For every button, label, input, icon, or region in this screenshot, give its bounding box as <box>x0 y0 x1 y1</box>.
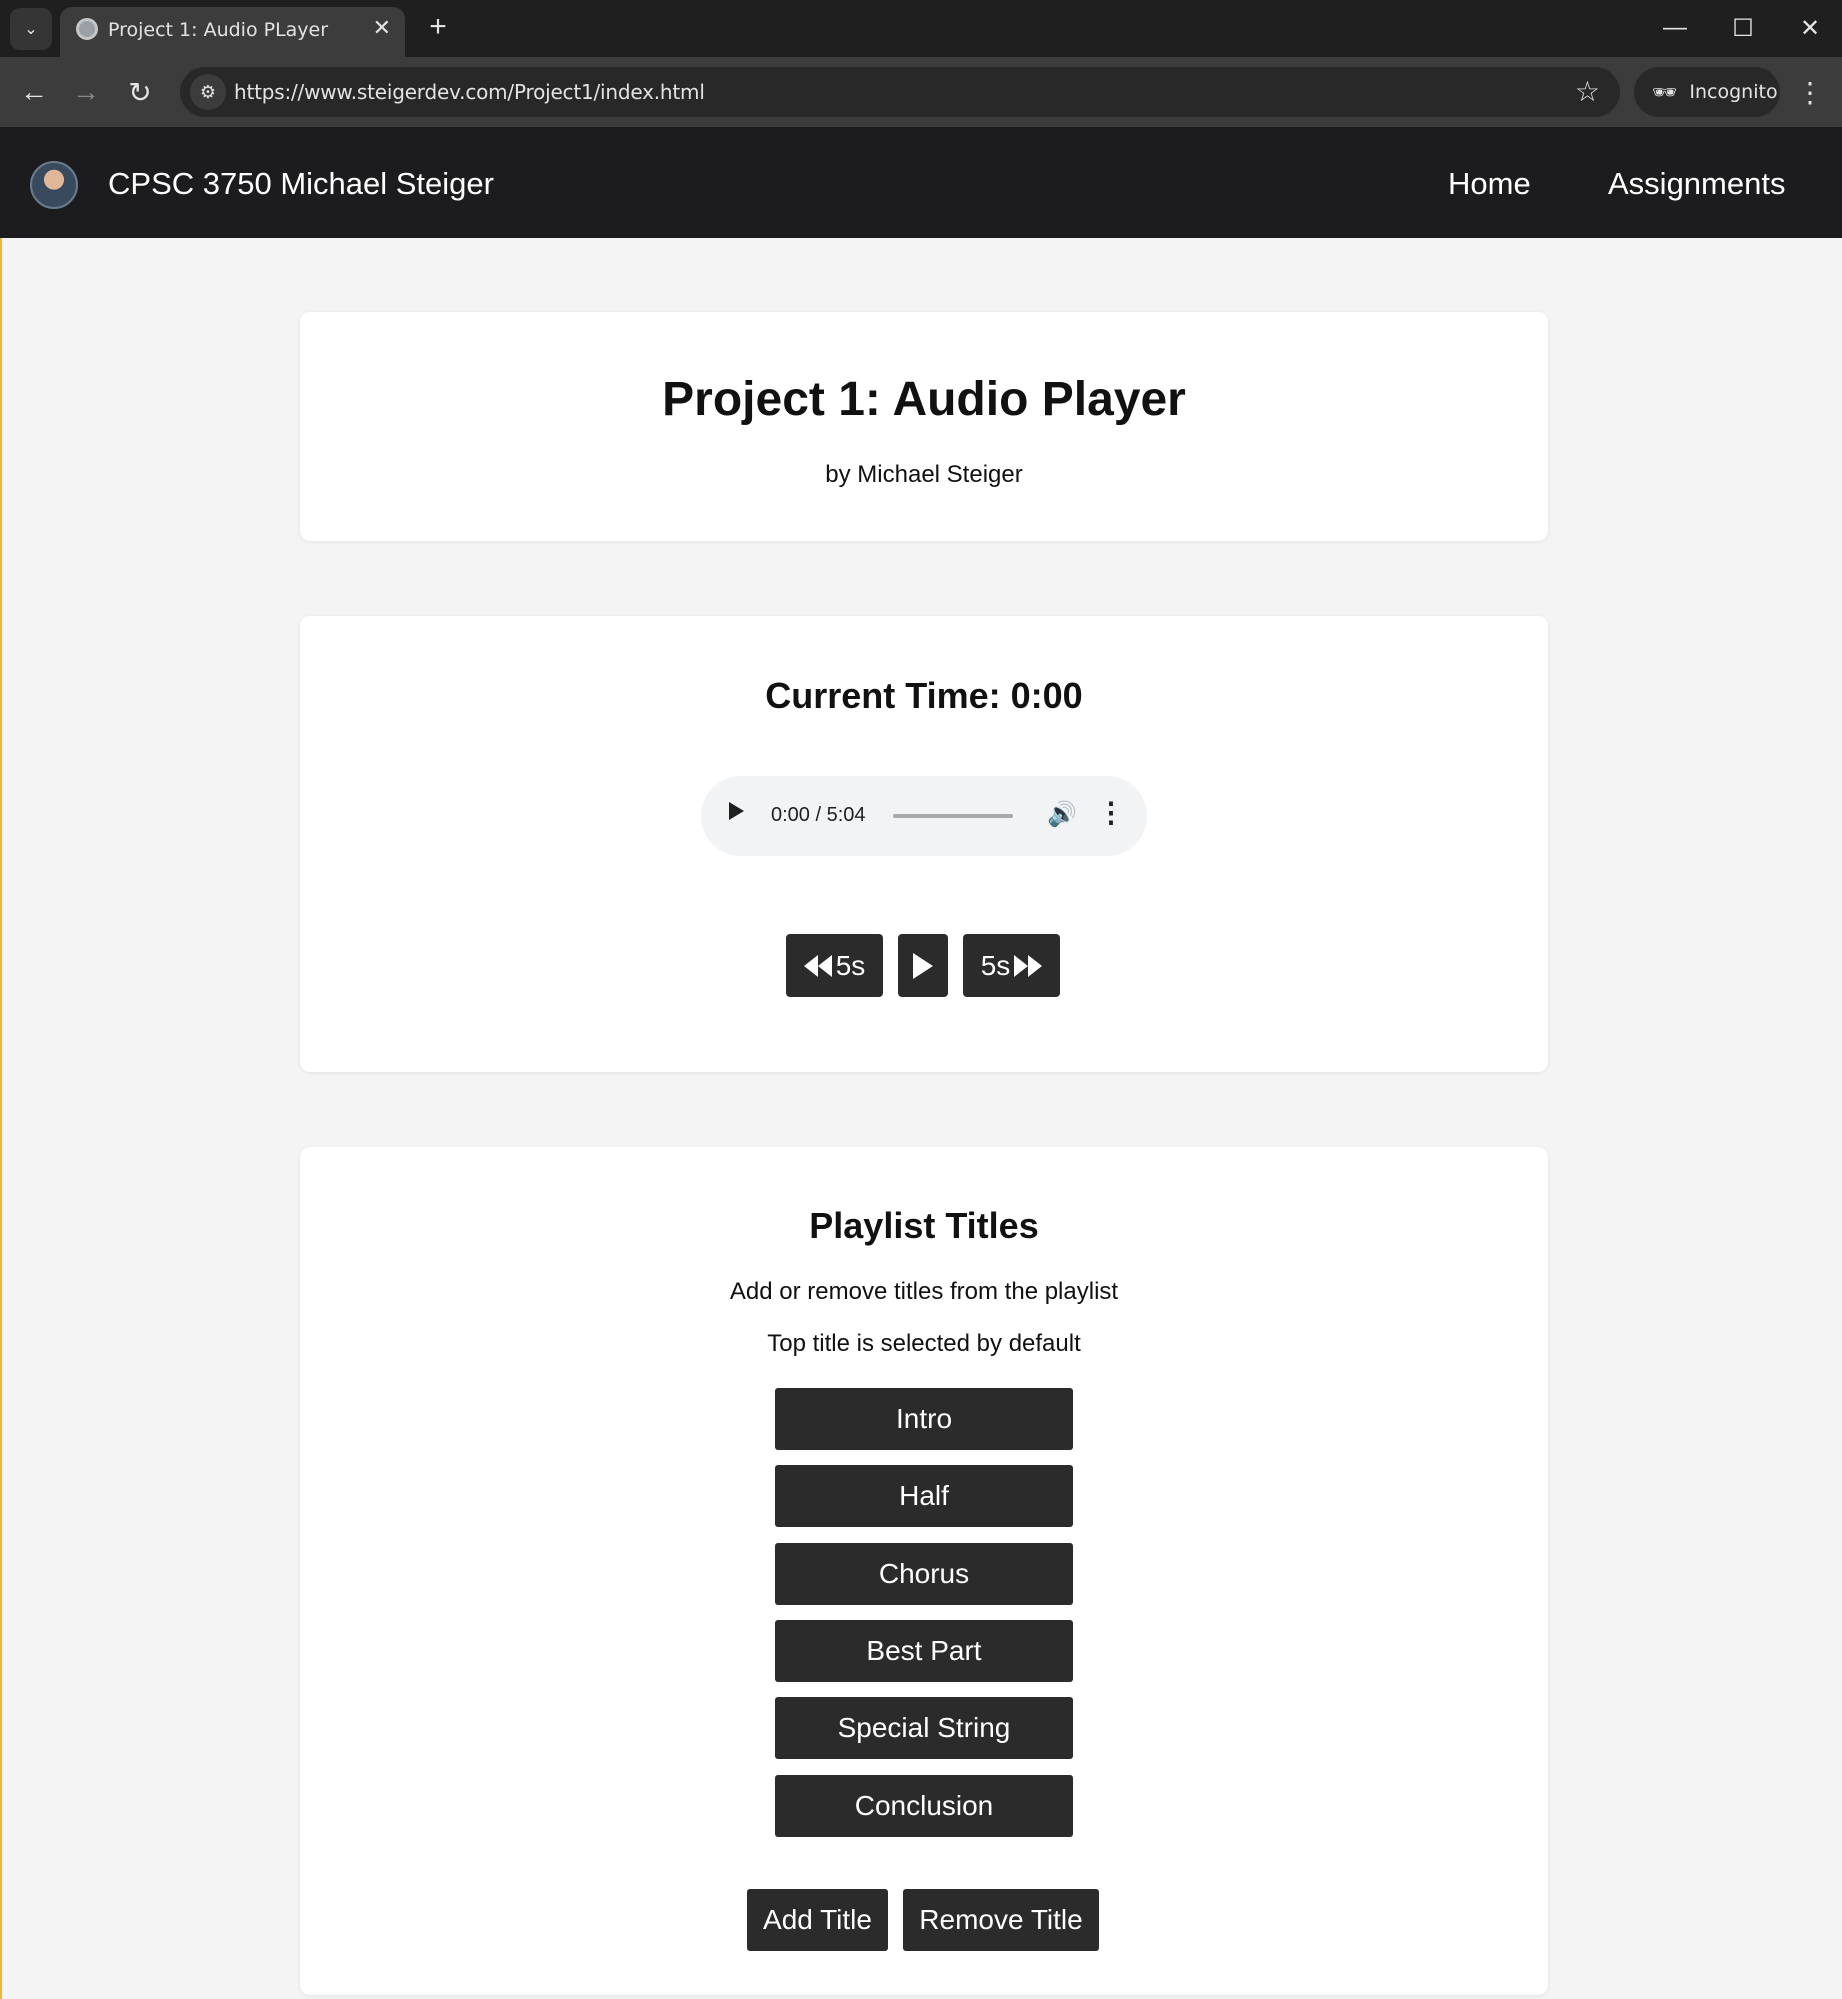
audio-element[interactable]: 0:00 / 5:04 🔊 ⋮ <box>701 776 1147 856</box>
close-window-button[interactable]: ✕ <box>1790 10 1830 46</box>
rewind-label: 5s <box>835 949 866 981</box>
site-info-icon[interactable]: ⚙ <box>190 74 226 110</box>
address-bar[interactable]: ⚙ https://www.steigerdev.com/Project1/in… <box>180 67 1620 117</box>
playlist-item[interactable]: Half <box>775 1465 1073 1527</box>
maximize-icon: ☐ <box>1732 14 1754 42</box>
forward-5s-button[interactable]: 5s <box>963 934 1060 997</box>
more-options-icon[interactable]: ⋮ <box>1097 796 1125 829</box>
current-time-display: Current Time: 0:00 <box>765 675 1083 716</box>
header-card: Project 1: Audio Player by Michael Steig… <box>300 312 1548 541</box>
playlist-card: Playlist Titles Add or remove titles fro… <box>300 1147 1548 1995</box>
nav-link-home[interactable]: Home <box>1448 166 1531 202</box>
plus-icon: + <box>429 10 447 43</box>
incognito-indicator[interactable]: 🕶 Incognito <box>1634 67 1780 117</box>
avatar <box>30 161 78 209</box>
tab-search-button[interactable]: ⌄ <box>10 8 52 50</box>
url-text[interactable]: https://www.steigerdev.com/Project1/inde… <box>234 80 705 104</box>
playlist-item[interactable]: Special String <box>775 1697 1073 1759</box>
close-tab-icon[interactable]: ✕ <box>373 15 391 41</box>
globe-icon <box>76 18 98 40</box>
playlist-item[interactable]: Conclusion <box>775 1775 1073 1837</box>
arrow-left-icon: ← <box>20 76 48 107</box>
site-navbar: CPSC 3750 Michael Steiger Home Assignmen… <box>0 127 1842 238</box>
back-button[interactable]: ← <box>14 72 54 112</box>
playlist-item[interactable]: Best Part <box>775 1620 1073 1682</box>
play-icon <box>913 952 933 979</box>
new-tab-button[interactable]: + <box>420 9 456 45</box>
page-byline: by Michael Steiger <box>825 461 1023 488</box>
playlist-instruction-1: Add or remove titles from the playlist <box>729 1278 1119 1305</box>
minimize-icon: — <box>1663 14 1687 41</box>
incognito-icon: 🕶 <box>1652 80 1678 104</box>
add-title-button[interactable]: Add Title <box>747 1889 888 1951</box>
audio-progress-slider[interactable] <box>893 814 1013 818</box>
browser-menu-button[interactable]: ⋮ <box>1795 72 1825 112</box>
audio-play-icon[interactable] <box>729 802 744 820</box>
page-edge-accent <box>0 238 2 1999</box>
playlist-instruction-2: Top title is selected by default <box>767 1330 1081 1357</box>
fast-forward-icon <box>1014 954 1043 977</box>
arrow-right-icon: → <box>72 76 100 107</box>
reload-icon: ↻ <box>128 76 152 108</box>
volume-icon[interactable]: 🔊 <box>1047 800 1077 829</box>
playlist-item[interactable]: Chorus <box>775 1543 1073 1605</box>
site-title[interactable]: CPSC 3750 Michael Steiger <box>108 166 494 202</box>
browser-tabstrip: ⌄ Project 1: Audio PLayer ✕ + — ☐ ✕ <box>0 0 1842 57</box>
audio-time-readout: 0:00 / 5:04 <box>771 804 866 826</box>
page-title: Project 1: Audio Player <box>662 373 1186 426</box>
rewind-icon <box>803 954 832 977</box>
nav-link-assignments[interactable]: Assignments <box>1608 166 1785 202</box>
incognito-label: Incognito <box>1689 81 1778 103</box>
close-icon: ✕ <box>1799 14 1821 42</box>
playlist-item[interactable]: Intro <box>775 1388 1073 1450</box>
forward-label: 5s <box>980 949 1011 981</box>
more-vertical-icon: ⋮ <box>1796 76 1824 108</box>
remove-title-button[interactable]: Remove Title <box>903 1889 1099 1951</box>
minimize-button[interactable]: — <box>1655 10 1695 46</box>
reload-button[interactable]: ↻ <box>120 72 160 112</box>
rewind-5s-button[interactable]: 5s <box>786 934 883 997</box>
browser-toolbar: ← → ↻ ⚙ https://www.steigerdev.com/Proje… <box>0 57 1842 127</box>
playlist-title: Playlist Titles <box>809 1205 1039 1246</box>
forward-button[interactable]: → <box>66 72 106 112</box>
play-button[interactable] <box>898 934 948 997</box>
bookmark-star-icon[interactable]: ☆ <box>1575 75 1600 108</box>
maximize-button[interactable]: ☐ <box>1723 10 1763 46</box>
browser-tab-active[interactable]: Project 1: Audio PLayer ✕ <box>60 7 405 57</box>
chevron-down-icon: ⌄ <box>24 21 38 38</box>
tab-title: Project 1: Audio PLayer <box>108 19 329 41</box>
player-card: Current Time: 0:00 0:00 / 5:04 🔊 ⋮ 5s 5s <box>300 616 1548 1072</box>
